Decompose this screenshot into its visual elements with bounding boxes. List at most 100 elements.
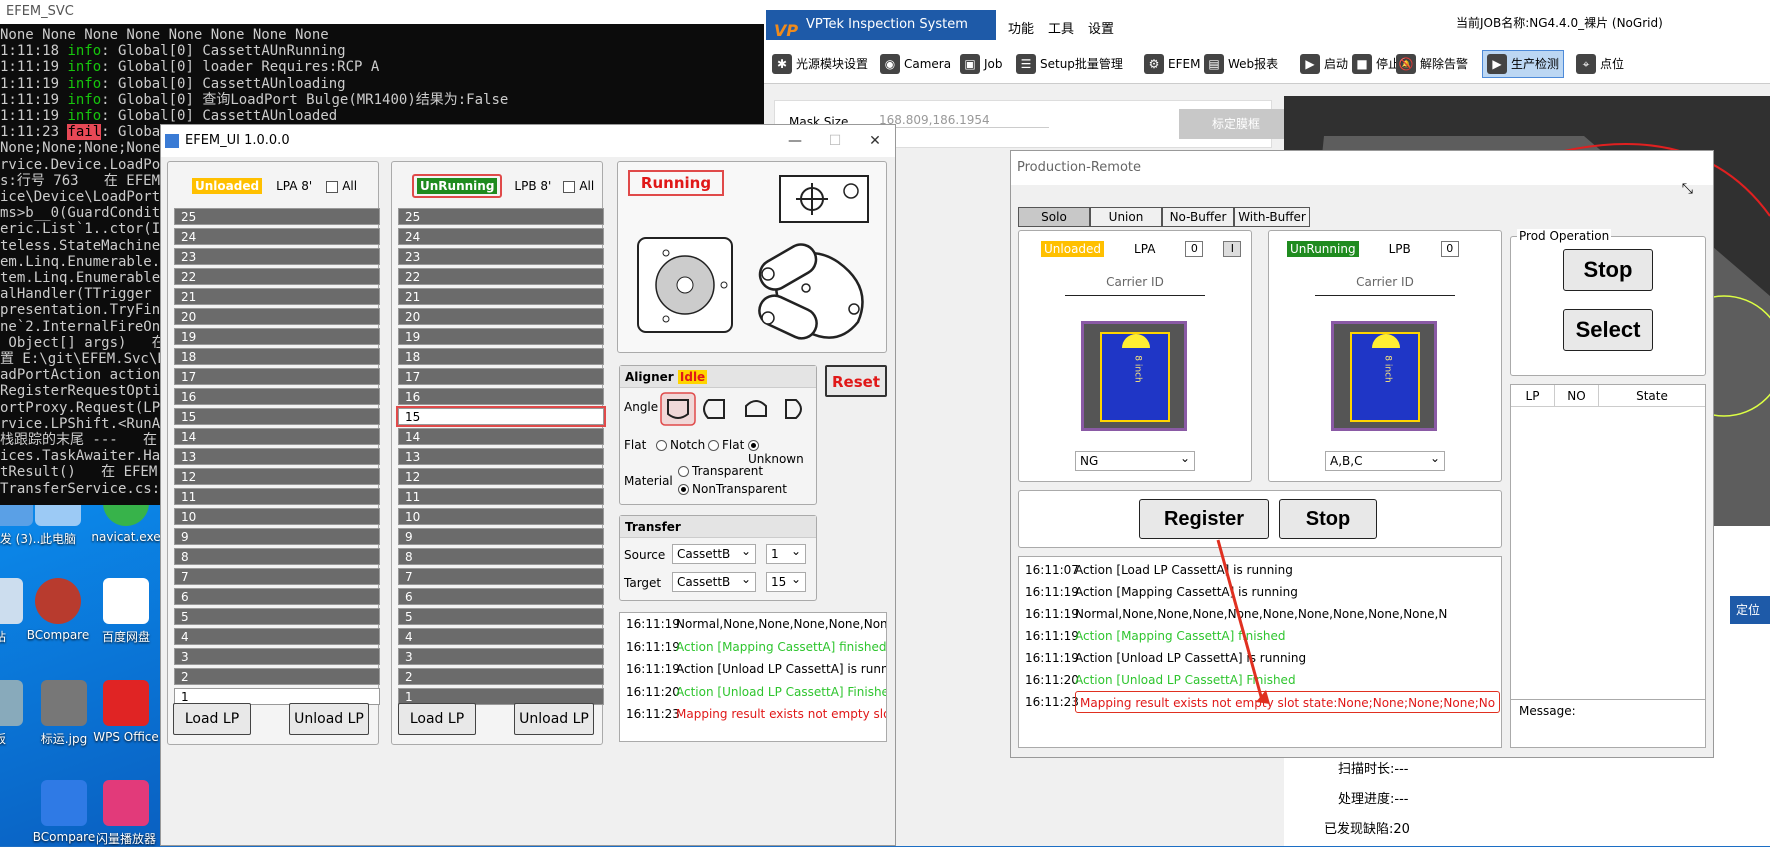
target-cassette-select[interactable]: CassettB	[672, 570, 756, 592]
desktop-icon-baidu[interactable]: 百度网盘	[86, 578, 166, 645]
register-button[interactable]: Register	[1139, 499, 1269, 539]
slot-19[interactable]: 19	[398, 328, 604, 345]
slot-24[interactable]: 24	[174, 228, 380, 245]
toolbar-button-6[interactable]: ▶ 启动	[1296, 50, 1352, 78]
slot-14[interactable]: 14	[174, 428, 380, 445]
maximize-icon[interactable]: ☐	[815, 125, 855, 157]
slot-6[interactable]: 6	[398, 588, 604, 605]
slot-9[interactable]: 9	[174, 528, 380, 545]
slot-13[interactable]: 13	[174, 448, 380, 465]
toolbar-button-9[interactable]: ▶ 生产检测	[1482, 50, 1565, 78]
toolbar-button-1[interactable]: ◉ Camera	[876, 50, 955, 78]
slot-4[interactable]: 4	[174, 628, 380, 645]
slot-11[interactable]: 11	[398, 488, 604, 505]
material-option-nontransparent[interactable]: NonTransparent	[678, 482, 787, 496]
locate-button[interactable]: 定位	[1730, 596, 1770, 624]
tab-solo[interactable]: Solo	[1018, 207, 1090, 227]
lpb-load-button[interactable]: Load LP	[398, 703, 476, 735]
mask-size-input[interactable]: 168.809,186.1954	[879, 113, 1049, 128]
prod-log[interactable]: 16:11:07 Action [Load LP CassettA] is run…	[1018, 556, 1502, 748]
toolbar-button-5[interactable]: ▤ Web报表	[1200, 50, 1282, 78]
target-slot-select[interactable]: 15	[766, 570, 806, 592]
slot-18[interactable]: 18	[174, 348, 380, 365]
slot-8[interactable]: 8	[398, 548, 604, 565]
lpa-unload-button[interactable]: Unload LP	[289, 703, 369, 735]
source-cassette-select[interactable]: CassettB	[672, 542, 756, 564]
slot-13[interactable]: 13	[398, 448, 604, 465]
close-icon[interactable]: ✕	[855, 125, 895, 157]
slot-18[interactable]: 18	[398, 348, 604, 365]
slot-7[interactable]: 7	[398, 568, 604, 585]
slot-19[interactable]: 19	[174, 328, 380, 345]
tab-union[interactable]: Union	[1090, 207, 1162, 227]
collapse-icon[interactable]: ⤡	[1682, 181, 1693, 197]
menu-function[interactable]: 功能	[1008, 18, 1034, 37]
slot-3[interactable]: 3	[174, 648, 380, 665]
slot-2[interactable]: 2	[174, 668, 380, 685]
slot-12[interactable]: 12	[174, 468, 380, 485]
reset-button[interactable]: Reset	[825, 365, 887, 397]
prod-op-stop-button[interactable]: Stop	[1563, 249, 1653, 291]
slot-2[interactable]: 2	[398, 668, 604, 685]
angle-0-button[interactable]	[660, 392, 696, 426]
toolbar-button-0[interactable]: ✱ 光源模块设置	[768, 50, 872, 78]
toolbar-button-10[interactable]: ⌖ 点位	[1572, 50, 1628, 78]
toolbar-button-4[interactable]: ⚙ EFEM	[1140, 50, 1204, 78]
minimize-icon[interactable]: —	[775, 125, 815, 157]
prod-lpa-select[interactable]: NG	[1075, 449, 1195, 471]
slot-10[interactable]: 10	[398, 508, 604, 525]
notch-left-icon[interactable]	[703, 399, 725, 419]
notch-right-icon[interactable]	[785, 399, 802, 419]
slot-11[interactable]: 11	[174, 488, 380, 505]
slot-9[interactable]: 9	[398, 528, 604, 545]
slot-7[interactable]: 7	[174, 568, 380, 585]
lpa-all-checkbox[interactable]: All	[326, 179, 357, 193]
efem-log[interactable]: 16:11:19 Normal,None,None,None,None,None,…	[619, 612, 887, 742]
stop-button[interactable]: Stop	[1279, 499, 1377, 539]
slot-6[interactable]: 6	[174, 588, 380, 605]
slot-8[interactable]: 8	[174, 548, 380, 565]
slot-12[interactable]: 12	[398, 468, 604, 485]
slot-17[interactable]: 17	[174, 368, 380, 385]
slot-24[interactable]: 24	[398, 228, 604, 245]
slot-14[interactable]: 14	[398, 428, 604, 445]
message-box[interactable]: Message:	[1511, 699, 1705, 747]
slot-22[interactable]: 22	[174, 268, 380, 285]
menu-tools[interactable]: 工具	[1048, 18, 1074, 37]
flat-option-flat[interactable]: Flat	[708, 438, 744, 452]
lpb-unload-button[interactable]: Unload LP	[514, 703, 594, 735]
slot-3[interactable]: 3	[398, 648, 604, 665]
slot-15[interactable]: 15	[396, 406, 606, 427]
slot-4[interactable]: 4	[398, 628, 604, 645]
lpa-load-button[interactable]: Load LP	[173, 703, 251, 735]
toolbar-button-3[interactable]: ☰ Setup批量管理	[1012, 50, 1127, 78]
slot-16[interactable]: 16	[398, 388, 604, 405]
desktop-icon-player[interactable]: 闪量播放器	[86, 780, 166, 847]
prod-lpb-select[interactable]: A,B,C	[1325, 449, 1445, 471]
slot-16[interactable]: 16	[174, 388, 380, 405]
lpb-all-checkbox[interactable]: All	[563, 179, 594, 193]
slot-23[interactable]: 23	[398, 248, 604, 265]
slot-20[interactable]: 20	[398, 308, 604, 325]
slot-15[interactable]: 15	[174, 408, 380, 425]
slot-21[interactable]: 21	[174, 288, 380, 305]
toolbar-button-8[interactable]: 🔕 解除告警	[1392, 50, 1472, 78]
flat-option-unknown[interactable]: Unknown	[748, 438, 816, 466]
slot-5[interactable]: 5	[174, 608, 380, 625]
prod-op-select-button[interactable]: Select	[1563, 309, 1653, 351]
material-option-transparent[interactable]: Transparent	[678, 464, 763, 478]
slot-25[interactable]: 25	[174, 208, 380, 225]
slot-10[interactable]: 10	[174, 508, 380, 525]
notch-down-icon[interactable]	[745, 400, 767, 417]
tab-with-buffer[interactable]: With-Buffer	[1234, 207, 1310, 227]
desktop-icon-wps[interactable]: WPS Office	[86, 680, 166, 744]
slot-23[interactable]: 23	[174, 248, 380, 265]
prod-lpa-flag[interactable]: I	[1223, 241, 1242, 257]
slot-17[interactable]: 17	[398, 368, 604, 385]
slot-25[interactable]: 25	[398, 208, 604, 225]
slot-21[interactable]: 21	[398, 288, 604, 305]
slot-20[interactable]: 20	[174, 308, 380, 325]
tab-no-buffer[interactable]: No-Buffer	[1162, 207, 1234, 227]
slot-5[interactable]: 5	[398, 608, 604, 625]
toolbar-button-2[interactable]: ▣ Job	[956, 50, 1007, 78]
